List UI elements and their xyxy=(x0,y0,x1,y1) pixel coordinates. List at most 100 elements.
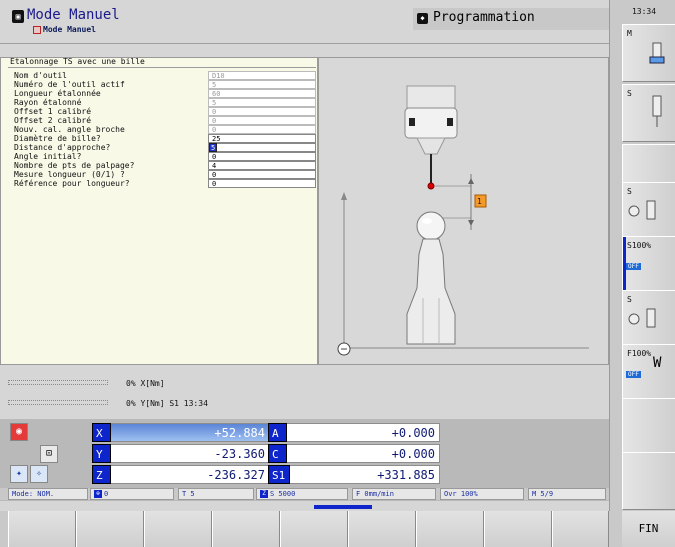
param-input[interactable]: D10 xyxy=(208,71,316,80)
programming-mode-tab[interactable]: ◆ Programmation xyxy=(413,8,609,30)
progress-bar-y xyxy=(8,400,108,405)
override: Ovr 100% xyxy=(440,488,524,500)
z-position: Z -236.327 xyxy=(92,465,270,484)
spindle-speed: ZS 5000 xyxy=(256,488,348,500)
param-row: Rayon étalonné 5 xyxy=(0,98,318,107)
datum-value: 0 xyxy=(104,490,109,498)
param-label: Angle initial? xyxy=(14,152,82,161)
param-label: Nombre de pts de palpage? xyxy=(14,161,135,170)
help-graphic-panel: 1 xyxy=(318,57,609,365)
param-input[interactable]: 0 xyxy=(208,116,316,125)
softkey-7[interactable] xyxy=(416,511,484,547)
coordinate-icon: ✦ xyxy=(10,465,28,483)
param-label: Distance d'approche? xyxy=(14,143,111,152)
vertical-softkey[interactable]: S100% OFF xyxy=(622,236,675,295)
param-row: Mesure longueur (0/1) ? 0 xyxy=(0,170,318,179)
param-label: Référence pour longueur? xyxy=(14,179,130,188)
param-input[interactable]: 4 xyxy=(208,161,316,170)
probe-calibration-diagram: 1 xyxy=(337,85,589,356)
param-row: Offset 2 calibré 0 xyxy=(0,116,318,125)
param-label: Offset 2 calibré xyxy=(14,116,92,125)
softkey-6[interactable] xyxy=(348,511,416,547)
param-row: Nombre de pts de palpage? 4 xyxy=(0,161,318,170)
param-label: Numéro de l'outil actif xyxy=(14,80,125,89)
a-position: A +0.000 xyxy=(268,423,440,442)
machine-status-line: Mode: NOM. ⊕ 0 T 5 ZS 5000 F 0mm/min Ovr … xyxy=(0,488,609,500)
mode-icon: ▣ xyxy=(12,10,24,23)
param-row: Offset 1 calibré 0 xyxy=(0,107,318,116)
param-input[interactable]: 0 xyxy=(208,170,316,179)
param-input[interactable]: 0 xyxy=(208,107,316,116)
param-row: Longueur étalonnée 60 xyxy=(0,89,318,98)
softkey-1[interactable] xyxy=(8,511,76,547)
param-input[interactable]: 5 xyxy=(208,80,316,89)
z-axis-arrow xyxy=(341,192,347,200)
param-row: Nouv. cal. angle broche 0 xyxy=(0,125,318,134)
spindle-value: S 5000 xyxy=(270,490,296,498)
vkey-label: S100% xyxy=(627,241,652,250)
vertical-softkey[interactable]: M xyxy=(622,24,675,82)
mode-subtitle: Mode Manuel xyxy=(43,25,96,34)
feed-icon: W xyxy=(653,355,662,371)
vkey-label: S xyxy=(627,295,632,304)
softkey-3[interactable] xyxy=(144,511,212,547)
param-input[interactable]: 60 xyxy=(208,89,316,98)
a-axis-label: A xyxy=(268,423,287,442)
vertical-softkey[interactable]: S xyxy=(622,290,675,348)
vertical-softkey[interactable]: F100% OFF W xyxy=(622,344,675,402)
load-y-text: 0% Y[Nm] S1 13:34 xyxy=(126,399,208,408)
softkey-4[interactable] xyxy=(212,511,280,547)
fin-button[interactable]: FIN xyxy=(622,511,675,547)
param-input[interactable]: 25 xyxy=(208,134,316,143)
param-input[interactable]: 0 xyxy=(208,125,316,134)
c-value: +0.000 xyxy=(391,447,435,461)
param-row: Référence pour longueur? 0 xyxy=(0,179,318,188)
z-value: -236.327 xyxy=(207,468,265,482)
operating-mode: Mode: NOM. xyxy=(8,488,88,500)
programming-title: Programmation xyxy=(433,10,535,25)
vertical-softkey[interactable] xyxy=(622,398,675,456)
m-function-icon xyxy=(649,42,665,64)
off-badge: OFF xyxy=(626,263,641,270)
param-input[interactable]: 5 xyxy=(208,98,316,107)
param-label: Rayon étalonné xyxy=(14,98,82,107)
s1-position: S1 +331.885 xyxy=(268,465,440,484)
form-divider xyxy=(8,67,316,68)
header-bar: ▣ Mode Manuel Mode Manuel ◆ Programmatio… xyxy=(0,0,609,44)
softkey-9[interactable] xyxy=(552,511,609,547)
probe-ball xyxy=(427,182,435,190)
param-row: Nom d'outil D10 xyxy=(0,71,318,80)
softkey-8[interactable] xyxy=(484,511,552,547)
spindle-top xyxy=(406,85,456,109)
x-axis-label: X xyxy=(92,423,111,442)
m-function: M 5/9 xyxy=(528,488,606,500)
vertical-softkey[interactable]: S xyxy=(622,84,675,142)
softkey-5[interactable] xyxy=(280,511,348,547)
param-label: Mesure longueur (0/1) ? xyxy=(14,170,125,179)
status-panel: 0% X[Nm] 0% Y[Nm] S1 13:34 xyxy=(0,367,609,417)
spindle-icon: Z xyxy=(260,490,268,498)
x-value: +52.884 xyxy=(214,426,265,440)
param-label: Diamètre de bille? xyxy=(14,134,101,143)
param-input[interactable]: 0 xyxy=(208,179,316,188)
form-title: Etalonnage TS avec une bille xyxy=(10,57,145,66)
y-value: -23.360 xyxy=(214,447,265,461)
spindle-icon xyxy=(652,95,662,127)
c-position: C +0.000 xyxy=(268,444,440,463)
x-position: X +52.884 xyxy=(92,423,270,442)
load-x-text: 0% X[Nm] xyxy=(126,379,165,388)
text-cursor: 5 xyxy=(209,143,217,152)
param-input-active[interactable]: 5 xyxy=(208,143,316,152)
y-position: Y -23.360 xyxy=(92,444,270,463)
param-row: Diamètre de bille? 25 xyxy=(0,134,318,143)
vertical-softkey[interactable]: S xyxy=(622,182,675,240)
param-input[interactable]: 0 xyxy=(208,152,316,161)
vertical-softkey[interactable] xyxy=(622,452,675,510)
softkey-2[interactable] xyxy=(76,511,144,547)
calibration-sphere xyxy=(416,211,446,241)
param-label: Nouv. cal. angle broche xyxy=(14,125,125,134)
active-indicator xyxy=(623,237,626,295)
z-axis-label: Z xyxy=(92,465,111,484)
c-axis-label: C xyxy=(268,444,287,463)
clock: 13:34 xyxy=(631,7,657,16)
